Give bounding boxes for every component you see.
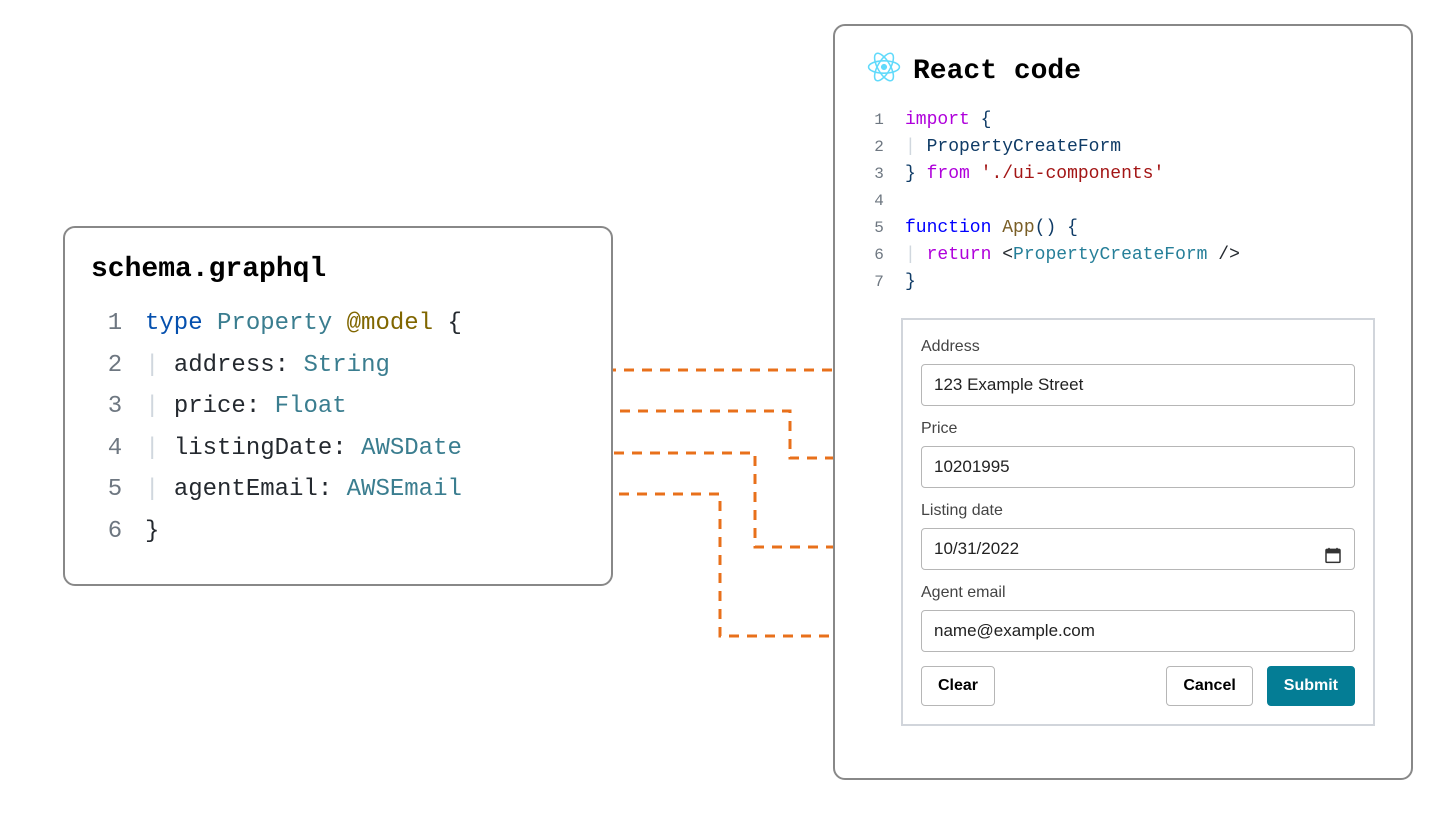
line-number: 3 xyxy=(853,161,905,188)
clear-button[interactable]: Clear xyxy=(921,666,995,706)
react-title-text: React code xyxy=(913,56,1081,87)
agent-email-label: Agent email xyxy=(921,584,1355,602)
code-line: 4 xyxy=(853,188,1381,215)
schema-title: schema.graphql xyxy=(85,254,591,285)
line-number: 2 xyxy=(85,345,145,387)
address-row: Address xyxy=(921,338,1355,406)
react-code: 1import {2| PropertyCreateForm3} from '.… xyxy=(853,107,1381,296)
code-content: function App() { xyxy=(905,215,1078,242)
code-content: | return <PropertyCreateForm /> xyxy=(905,242,1240,269)
code-line: 5function App() { xyxy=(853,215,1381,242)
code-content: | listingDate: AWSDate xyxy=(145,428,462,470)
code-line: 6| return <PropertyCreateForm /> xyxy=(853,242,1381,269)
address-input[interactable] xyxy=(921,364,1355,406)
line-number: 2 xyxy=(853,134,905,161)
code-content: type Property @model { xyxy=(145,303,462,345)
code-content: } xyxy=(145,511,159,553)
code-line: 2| address: String xyxy=(85,345,591,387)
line-number: 4 xyxy=(85,428,145,470)
schema-panel: schema.graphql 1type Property @model {2|… xyxy=(63,226,613,586)
line-number: 6 xyxy=(85,511,145,553)
react-logo-icon xyxy=(867,50,901,93)
code-content: } from './ui-components' xyxy=(905,161,1164,188)
code-content: | PropertyCreateForm xyxy=(905,134,1121,161)
submit-button[interactable]: Submit xyxy=(1267,666,1355,706)
price-input[interactable] xyxy=(921,446,1355,488)
code-line: 5| agentEmail: AWSEmail xyxy=(85,469,591,511)
code-line: 6} xyxy=(85,511,591,553)
line-number: 4 xyxy=(853,188,905,215)
schema-code: 1type Property @model {2| address: Strin… xyxy=(85,303,591,553)
code-line: 4| listingDate: AWSDate xyxy=(85,428,591,470)
line-number: 1 xyxy=(85,303,145,345)
listing-date-row: Listing date xyxy=(921,502,1355,570)
listing-date-label: Listing date xyxy=(921,502,1355,520)
code-line: 3| price: Float xyxy=(85,386,591,428)
cancel-button[interactable]: Cancel xyxy=(1166,666,1252,706)
line-number: 7 xyxy=(853,269,905,296)
line-number: 6 xyxy=(853,242,905,269)
line-number: 1 xyxy=(853,107,905,134)
code-line: 1import { xyxy=(853,107,1381,134)
agent-email-input[interactable] xyxy=(921,610,1355,652)
agent-email-row: Agent email xyxy=(921,584,1355,652)
code-content: | price: Float xyxy=(145,386,347,428)
react-panel: React code 1import {2| PropertyCreateFor… xyxy=(833,24,1413,780)
code-line: 7} xyxy=(853,269,1381,296)
listing-date-input[interactable] xyxy=(921,528,1355,570)
line-number: 3 xyxy=(85,386,145,428)
price-row: Price xyxy=(921,420,1355,488)
code-line: 2| PropertyCreateForm xyxy=(853,134,1381,161)
line-number: 5 xyxy=(853,215,905,242)
property-create-form: Address Price Listing date Agent email C… xyxy=(901,318,1375,726)
line-number: 5 xyxy=(85,469,145,511)
code-line: 1type Property @model { xyxy=(85,303,591,345)
code-content: import { xyxy=(905,107,991,134)
price-label: Price xyxy=(921,420,1355,438)
code-line: 3} from './ui-components' xyxy=(853,161,1381,188)
calendar-icon xyxy=(1325,547,1341,563)
address-label: Address xyxy=(921,338,1355,356)
code-content: | agentEmail: AWSEmail xyxy=(145,469,462,511)
react-title: React code xyxy=(853,50,1381,93)
form-actions: Clear Cancel Submit xyxy=(921,666,1355,706)
code-content: | address: String xyxy=(145,345,390,387)
code-content: } xyxy=(905,269,916,296)
